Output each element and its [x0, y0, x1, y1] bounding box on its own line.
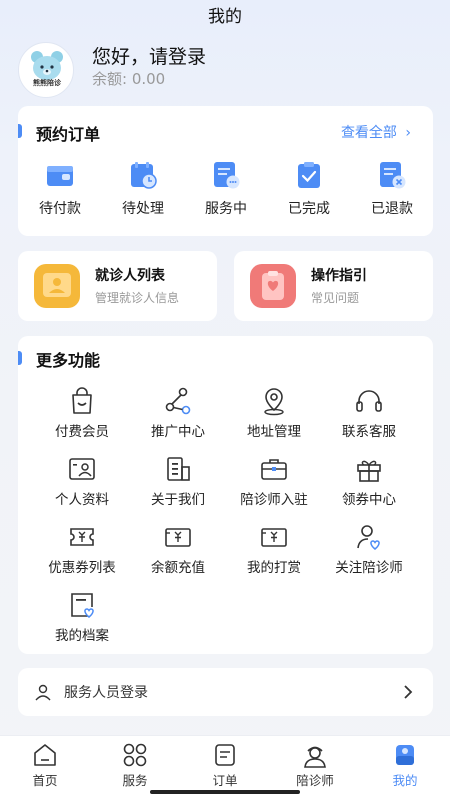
- func-promotion[interactable]: 推广中心: [128, 386, 228, 440]
- ticket-icon: [70, 528, 94, 546]
- func-label: 付费会员: [55, 424, 109, 440]
- func-label: 陪诊师入驻: [240, 492, 308, 508]
- func-label: 余额充值: [151, 560, 205, 576]
- func-join-companion[interactable]: 陪诊师入驻: [224, 454, 324, 508]
- func-label: 优惠券列表: [48, 560, 116, 576]
- order-label: 服务中: [205, 201, 247, 217]
- shopping-bag-icon: [72, 387, 92, 414]
- func-label: 关注陪诊师: [335, 560, 403, 576]
- func-rewards[interactable]: 我的打赏: [224, 522, 324, 576]
- reward-icon: [261, 528, 287, 547]
- func-label: 我的打赏: [247, 560, 301, 576]
- func-label: 推广中心: [151, 424, 205, 440]
- chevron-right-icon: [404, 685, 413, 699]
- home-icon: [34, 744, 56, 766]
- bear-logo-icon: [31, 51, 63, 80]
- section-marker: [18, 124, 22, 138]
- location-icon: [264, 388, 284, 416]
- func-label: 我的档案: [55, 628, 109, 644]
- order-label: 待付款: [39, 201, 81, 217]
- more-title: 更多功能: [36, 351, 101, 370]
- profile-icon: [396, 745, 414, 765]
- nurse-icon: [304, 746, 326, 768]
- func-coupon-center[interactable]: 领券中心: [319, 454, 419, 508]
- staff-login-row[interactable]: 服务人员登录: [18, 668, 433, 716]
- order-in-service[interactable]: 服务中: [186, 160, 266, 218]
- login-greeting[interactable]: 您好，请登录: [92, 42, 206, 69]
- briefcase-icon: [261, 459, 287, 480]
- tab-label: 服务: [122, 773, 148, 788]
- guide-card[interactable]: 操作指引 常见问题: [234, 251, 433, 321]
- func-coupon-list[interactable]: 优惠券列表: [32, 522, 132, 576]
- func-label: 领券中心: [342, 492, 396, 508]
- more-functions-card: 更多功能 付费会员 推广中心 地址管理 联系客服 个人资料 关于我们 陪诊师入驻…: [18, 336, 433, 654]
- gift-icon: [357, 460, 381, 482]
- order-label: 待处理: [122, 201, 164, 217]
- func-label: 地址管理: [247, 424, 301, 440]
- building-icon: [167, 457, 190, 481]
- card-title: 就诊人列表: [95, 268, 165, 284]
- clipboard-check-icon: [298, 162, 320, 188]
- grid-icon: [123, 743, 147, 767]
- share-icon: [165, 387, 191, 415]
- order-pending-payment[interactable]: 待付款: [20, 160, 100, 218]
- section-marker: [18, 351, 22, 365]
- func-label: 个人资料: [55, 492, 109, 508]
- page-title: 我的: [208, 7, 242, 27]
- archive-icon: [71, 593, 94, 618]
- tab-orders[interactable]: 订单: [180, 742, 270, 789]
- brand-name: 熊熊陪诊: [33, 79, 61, 87]
- func-paid-member[interactable]: 付费会员: [32, 386, 132, 440]
- view-all-link[interactable]: 查看全部 ›: [341, 122, 411, 142]
- guide-icon: [250, 264, 296, 308]
- document-chat-icon: [214, 162, 240, 189]
- func-address[interactable]: 地址管理: [224, 386, 324, 440]
- order-refunded[interactable]: 已退款: [352, 160, 432, 218]
- avatar[interactable]: 熊熊陪诊: [18, 42, 74, 98]
- tab-label: 陪诊师: [296, 773, 334, 788]
- func-about[interactable]: 关于我们: [128, 454, 228, 508]
- func-profile[interactable]: 个人资料: [32, 454, 132, 508]
- id-card-icon: [69, 458, 95, 480]
- orders-title: 预约订单: [36, 125, 101, 144]
- card-subtitle: 管理就诊人信息: [95, 291, 180, 305]
- tab-label: 我的: [392, 773, 418, 788]
- func-label: 关于我们: [151, 492, 205, 508]
- follow-user-icon: [357, 525, 380, 550]
- tab-service[interactable]: 服务: [90, 742, 180, 789]
- clock-calendar-icon: [131, 162, 157, 189]
- func-archive[interactable]: 我的档案: [32, 590, 132, 644]
- order-label: 已完成: [288, 201, 330, 217]
- card-title: 操作指引: [311, 268, 367, 284]
- wallet-icon: [47, 166, 73, 186]
- balance-text: 余额: 0.00: [92, 70, 166, 88]
- document-cancel-icon: [380, 162, 406, 189]
- user-icon: [35, 684, 51, 701]
- view-all-label: 查看全部: [340, 125, 397, 141]
- headset-icon: [356, 390, 382, 412]
- func-support[interactable]: 联系客服: [319, 386, 419, 440]
- tab-home[interactable]: 首页: [0, 742, 90, 789]
- func-recharge[interactable]: 余额充值: [128, 522, 228, 576]
- profile-header[interactable]: 熊熊陪诊 您好，请登录 余额: 0.00: [18, 42, 438, 98]
- orders-card: 预约订单 查看全部 › 待付款 待处理 服务中 已完成 已退款: [18, 106, 433, 236]
- func-label: 联系客服: [342, 424, 396, 440]
- chevron-right-icon: ›: [405, 125, 411, 141]
- order-icon: [215, 744, 235, 766]
- tab-mine[interactable]: 我的: [360, 742, 450, 789]
- tab-label: 订单: [212, 773, 238, 788]
- order-label: 已退款: [371, 201, 413, 217]
- patient-list-card[interactable]: 就诊人列表 管理就诊人信息: [18, 251, 217, 321]
- tab-companion[interactable]: 陪诊师: [270, 742, 360, 789]
- tab-label: 首页: [32, 773, 58, 788]
- patient-list-icon: [34, 264, 80, 308]
- card-subtitle: 常见问题: [311, 291, 360, 305]
- order-completed[interactable]: 已完成: [269, 160, 349, 218]
- staff-login-label: 服务人员登录: [64, 685, 148, 701]
- order-pending-process[interactable]: 待处理: [103, 160, 183, 218]
- home-indicator: [150, 790, 300, 794]
- func-follow-companion[interactable]: 关注陪诊师: [319, 522, 419, 576]
- recharge-icon: [165, 528, 191, 547]
